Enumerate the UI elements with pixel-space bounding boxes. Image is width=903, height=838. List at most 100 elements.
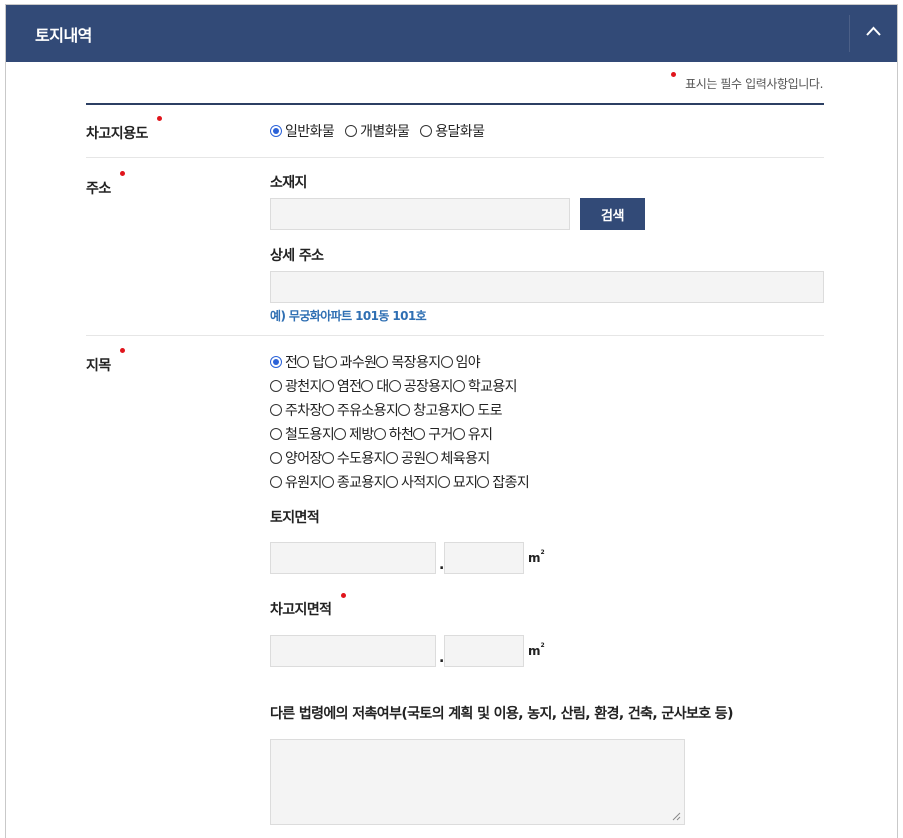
collapse-button[interactable] xyxy=(850,5,897,62)
radio-icon[interactable] xyxy=(334,428,347,440)
resize-grip-icon[interactable] xyxy=(671,811,681,821)
radio-icon[interactable] xyxy=(388,380,401,392)
radio-icon[interactable] xyxy=(270,428,282,440)
garage-area-label: 차고지면적 xyxy=(270,602,332,618)
radio-icon[interactable] xyxy=(321,404,334,416)
jimok-option[interactable]: 전 xyxy=(270,352,298,372)
usage-option-yongdal[interactable]: 용달화물 xyxy=(420,121,485,141)
jimok-option[interactable]: 하천 xyxy=(373,424,414,444)
jimok-option[interactable]: 주차장 xyxy=(270,400,322,420)
law-conflict-textarea[interactable] xyxy=(270,739,685,825)
jimok-option[interactable]: 대 xyxy=(361,376,389,396)
jimok-option-label: 사적지 xyxy=(400,475,438,491)
jimok-option[interactable]: 종교용지 xyxy=(321,472,387,492)
radio-checked-icon[interactable] xyxy=(270,125,282,137)
jimok-option[interactable]: 구거 xyxy=(413,424,453,444)
jimok-option[interactable]: 임야 xyxy=(440,352,481,372)
detail-address-input[interactable] xyxy=(270,271,824,303)
jimok-option[interactable]: 학교용지 xyxy=(452,376,518,396)
jimok-option[interactable]: 양어장 xyxy=(270,448,322,468)
jimok-option[interactable]: 답 xyxy=(297,352,325,372)
chevron-up-icon xyxy=(866,26,881,36)
radio-icon[interactable] xyxy=(413,428,426,440)
jimok-option[interactable]: 과수원 xyxy=(324,352,377,372)
location-input[interactable] xyxy=(270,198,570,230)
unit-text: m xyxy=(528,551,541,565)
radio-icon[interactable] xyxy=(270,476,282,488)
radio-icon[interactable] xyxy=(440,356,453,368)
radio-icon[interactable] xyxy=(420,125,433,137)
jimok-option-label: 하천 xyxy=(388,427,414,443)
row-divider xyxy=(86,335,824,336)
radio-icon[interactable] xyxy=(385,452,398,464)
garage-area-label-wrap: 차고지면적 xyxy=(270,593,346,619)
jimok-option[interactable]: 창고용지 xyxy=(398,400,463,420)
usage-label: 차고지용도 xyxy=(86,126,148,142)
radio-icon[interactable] xyxy=(437,476,450,488)
jimok-option[interactable]: 광천지 xyxy=(270,376,322,396)
jimok-option[interactable]: 유지 xyxy=(452,424,493,444)
address-search-button[interactable]: 검색 xyxy=(580,198,645,230)
jimok-option[interactable]: 제방 xyxy=(334,424,374,444)
jimok-row: 광천지 염전 대 공장용지 학교용지 xyxy=(270,376,518,396)
jimok-option[interactable]: 사적지 xyxy=(385,472,438,492)
radio-icon[interactable] xyxy=(297,356,310,368)
radio-icon[interactable] xyxy=(452,428,465,440)
required-marker-icon xyxy=(120,171,125,176)
jimok-option-label: 도로 xyxy=(477,403,502,419)
jimok-option[interactable]: 체육용지 xyxy=(425,448,490,468)
jimok-option[interactable]: 유원지 xyxy=(270,472,322,492)
jimok-option-label: 구거 xyxy=(428,427,453,443)
land-area-dec-input[interactable] xyxy=(444,542,524,574)
unit-text: m xyxy=(528,644,541,658)
radio-icon[interactable] xyxy=(345,125,358,137)
jimok-option-label: 임야 xyxy=(455,355,481,371)
radio-icon[interactable] xyxy=(361,380,374,392)
jimok-option-label: 공장용지 xyxy=(403,379,454,395)
radio-icon[interactable] xyxy=(270,404,282,416)
radio-icon[interactable] xyxy=(321,452,334,464)
usage-option-general[interactable]: 일반화물 xyxy=(270,121,335,141)
required-marker-icon xyxy=(120,348,125,353)
radio-icon[interactable] xyxy=(398,404,411,416)
radio-icon[interactable] xyxy=(324,356,337,368)
usage-option-individual[interactable]: 개별화물 xyxy=(345,121,410,141)
detail-address-label: 상세 주소 xyxy=(270,248,324,264)
address-example: 예) 무궁화아파트 101동 101호 xyxy=(270,309,427,323)
radio-icon[interactable] xyxy=(452,380,465,392)
radio-icon[interactable] xyxy=(462,404,475,416)
jimok-row: 주차장 주유소용지 창고용지 도로 xyxy=(270,400,503,420)
jimok-option-label: 과수원 xyxy=(339,355,377,371)
jimok-option[interactable]: 수도용지 xyxy=(321,448,387,468)
jimok-option[interactable]: 공장용지 xyxy=(388,376,454,396)
radio-icon[interactable] xyxy=(477,476,490,488)
radio-icon[interactable] xyxy=(385,476,398,488)
jimok-row: 양어장 수도용지 공원 체육용지 xyxy=(270,448,490,468)
radio-icon[interactable] xyxy=(425,452,438,464)
jimok-option-label: 전 xyxy=(285,355,298,371)
jimok-option[interactable]: 목장용지 xyxy=(376,352,441,372)
jimok-option[interactable]: 주유소용지 xyxy=(321,400,399,420)
radio-checked-icon[interactable] xyxy=(270,356,282,368)
usage-option-label: 일반화물 xyxy=(285,124,335,140)
radio-icon[interactable] xyxy=(270,452,282,464)
jimok-option[interactable]: 공원 xyxy=(385,448,426,468)
usage-option-label: 개별화물 xyxy=(360,124,410,140)
radio-icon[interactable] xyxy=(321,476,334,488)
radio-icon[interactable] xyxy=(321,380,334,392)
jimok-option[interactable]: 철도용지 xyxy=(270,424,335,444)
jimok-option[interactable]: 묘지 xyxy=(437,472,478,492)
jimok-option[interactable]: 도로 xyxy=(462,400,503,420)
jimok-option[interactable]: 잡종지 xyxy=(477,472,530,492)
garage-area-dec-input[interactable] xyxy=(444,635,524,667)
jimok-option-label: 철도용지 xyxy=(285,427,335,443)
land-details-panel: 토지내역 표시는 필수 입력사항입니다. 차고지용도 일반화물 개별화물 용달화… xyxy=(5,4,898,838)
jimok-option[interactable]: 염전 xyxy=(321,376,362,396)
radio-icon[interactable] xyxy=(270,380,282,392)
land-area-int-input[interactable] xyxy=(270,542,436,574)
garage-area-int-input[interactable] xyxy=(270,635,436,667)
required-marker-icon xyxy=(341,593,346,598)
jimok-option-label: 제방 xyxy=(349,427,374,443)
radio-icon[interactable] xyxy=(376,356,389,368)
radio-icon[interactable] xyxy=(373,428,386,440)
